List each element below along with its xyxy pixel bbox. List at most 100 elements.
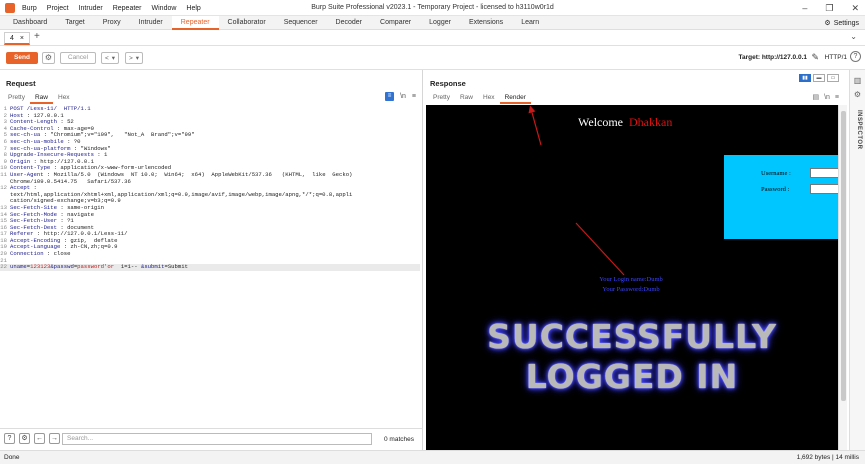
sidebar-toggle-icon[interactable]: ▥ <box>853 76 862 85</box>
newline-toggle-icon[interactable]: \n <box>400 93 406 100</box>
menu-help[interactable]: Help <box>186 5 200 12</box>
main-tab-bar: Dashboard Target Proxy Intruder Repeater… <box>0 16 865 30</box>
tab-collaborator[interactable]: Collaborator <box>219 16 275 30</box>
minimize-icon[interactable]: – <box>802 3 807 13</box>
repeater-tab-4[interactable]: 4 × <box>4 32 30 45</box>
send-button[interactable]: Send <box>6 52 38 64</box>
help-icon[interactable]: ? <box>4 433 15 444</box>
request-tab-raw[interactable]: Raw <box>29 93 53 104</box>
param-name: &passwd <box>50 263 74 271</box>
dropdown-arrow-icon: ▾ <box>135 55 140 62</box>
tab-logger[interactable]: Logger <box>420 16 460 30</box>
line-number: 11 <box>0 170 7 178</box>
edit-target-pencil-icon[interactable]: ✎ <box>811 52 819 63</box>
response-tab-pretty[interactable]: Pretty <box>428 93 455 104</box>
response-editor-icons: ▤ \n ≡ <box>812 93 839 102</box>
request-line[interactable]: 20 Connection : close <box>0 250 420 258</box>
tab-list-chevron-icon[interactable]: ⌄ <box>850 32 857 41</box>
password-input[interactable] <box>810 184 838 194</box>
previous-match-arrow-icon[interactable]: ← <box>34 433 45 444</box>
response-scrollbar[interactable] <box>838 105 847 450</box>
main-tabs: Dashboard Target Proxy Intruder Repeater… <box>4 16 548 30</box>
request-tab-pretty[interactable]: Pretty <box>3 93 30 104</box>
message-actions-icon[interactable]: ▤ <box>812 93 819 101</box>
inspector-label[interactable]: INSPECTOR <box>854 110 862 149</box>
search-bar: ? ⚙ ← → Search... 0 matches <box>0 428 423 450</box>
line-number: 12 <box>0 184 7 192</box>
layout-split-horizontal-icon[interactable]: ▮▮ <box>799 74 811 82</box>
password-text: Your Password:Dumb <box>602 286 660 293</box>
request-line[interactable]: Chrome/109.0.5414.75 Safari/537.36 <box>0 178 420 186</box>
inspector-sidebar: ▥ ⚙ INSPECTOR <box>849 70 865 450</box>
menu-project[interactable]: Project <box>47 5 69 12</box>
http-version-label[interactable]: HTTP/1 <box>825 54 847 61</box>
request-body-line[interactable]: 22 uname=123123&passwd=password'or 1=1-- … <box>0 263 420 271</box>
response-tab-render[interactable]: Render <box>499 93 531 104</box>
header-name: Connection <box>10 250 44 258</box>
request-editor[interactable]: 1 POST /Less-11/ HTTP/1.1 2 Host : 127.0.0.… <box>0 105 420 271</box>
repeater-tab-label: 4 <box>10 34 14 42</box>
search-settings-gear-icon[interactable]: ⚙ <box>19 433 30 444</box>
send-options-gear-icon[interactable]: ⚙ <box>42 52 55 64</box>
cancel-button[interactable]: Cancel <box>60 52 96 64</box>
forward-button[interactable]: > ▾ <box>125 52 144 64</box>
menu-icon[interactable]: ≡ <box>412 93 416 100</box>
request-view-tabs: Pretty Raw Hex <box>3 93 75 104</box>
newline-toggle-icon[interactable]: \n <box>824 94 830 101</box>
settings-button[interactable]: ⚙ Settings <box>824 16 859 30</box>
tab-target[interactable]: Target <box>56 16 93 30</box>
body-text: uname=123123&passwd=password'or 1=1-- &s… <box>10 263 188 271</box>
tab-dashboard[interactable]: Dashboard <box>4 16 56 30</box>
tab-comparer[interactable]: Comparer <box>371 16 420 30</box>
chevron-left-icon: < <box>105 54 109 62</box>
tab-decoder[interactable]: Decoder <box>327 16 371 30</box>
title-bar: Burp Project Intruder Repeater Window He… <box>0 0 865 16</box>
success-banner-line1: SUCCESSFULLY <box>487 317 777 356</box>
menu-window[interactable]: Window <box>152 5 177 12</box>
next-match-arrow-icon[interactable]: → <box>49 433 60 444</box>
add-tab-icon[interactable]: + <box>34 31 40 42</box>
notes-icon[interactable]: ⚙ <box>853 90 862 99</box>
tab-extensions[interactable]: Extensions <box>460 16 512 30</box>
status-bar: Done 1,692 bytes | 14 millis <box>0 450 865 464</box>
search-input[interactable]: Search... <box>62 433 372 445</box>
response-size-timing: 1,692 bytes | 14 millis <box>796 454 859 461</box>
scrollbar-thumb[interactable] <box>841 111 846 401</box>
tab-intruder[interactable]: Intruder <box>130 16 172 30</box>
password-label: Password : <box>761 186 790 193</box>
tab-learn[interactable]: Learn <box>512 16 548 30</box>
help-icon[interactable]: ? <box>850 51 861 62</box>
layout-tabs-icon[interactable]: ▭ <box>827 74 839 82</box>
menu-repeater[interactable]: Repeater <box>113 5 142 12</box>
request-tab-hex[interactable]: Hex <box>53 93 75 104</box>
menu-burp[interactable]: Burp <box>22 5 37 12</box>
credentials-text: Your Login name:Dumb Your Password:Dumb <box>536 275 726 295</box>
repeater-toolbar: Send ⚙ Cancel < ▾ > ▾ Target: http://127… <box>0 46 865 70</box>
response-pane: ▮▮ ▬ ▭ Response Pretty Raw Hex Render ▤ … <box>424 70 849 450</box>
request-title: Request <box>6 79 36 88</box>
dropdown-arrow-icon: ▾ <box>111 55 116 62</box>
response-tab-raw[interactable]: Raw <box>455 93 478 104</box>
chevron-right-icon: > <box>129 54 133 62</box>
username-input[interactable] <box>810 168 838 178</box>
target-label[interactable]: Target: http://127.0.0.1 <box>738 54 807 61</box>
header-value: : 1 <box>93 151 108 159</box>
search-controls: ? ⚙ ← → <box>4 433 60 444</box>
message-actions-icon[interactable]: ≡ <box>385 92 395 101</box>
gear-icon: ⚙ <box>824 20 831 27</box>
menu-icon[interactable]: ≡ <box>835 94 839 101</box>
close-tab-icon[interactable]: × <box>20 35 24 42</box>
menu-intruder[interactable]: Intruder <box>79 5 103 12</box>
layout-split-vertical-icon[interactable]: ▬ <box>813 74 825 82</box>
tab-repeater[interactable]: Repeater <box>171 16 219 30</box>
param-value: 123123 <box>30 263 51 271</box>
line-number <box>0 192 10 199</box>
close-window-icon[interactable]: ✕ <box>851 3 859 14</box>
line-text: Connection : close <box>10 250 70 258</box>
restore-icon[interactable]: ❐ <box>825 3 833 14</box>
back-button[interactable]: < ▾ <box>101 52 120 64</box>
tab-sequencer[interactable]: Sequencer <box>275 16 327 30</box>
response-tab-hex[interactable]: Hex <box>478 93 500 104</box>
annotation-arrow <box>575 222 625 276</box>
tab-proxy[interactable]: Proxy <box>94 16 130 30</box>
